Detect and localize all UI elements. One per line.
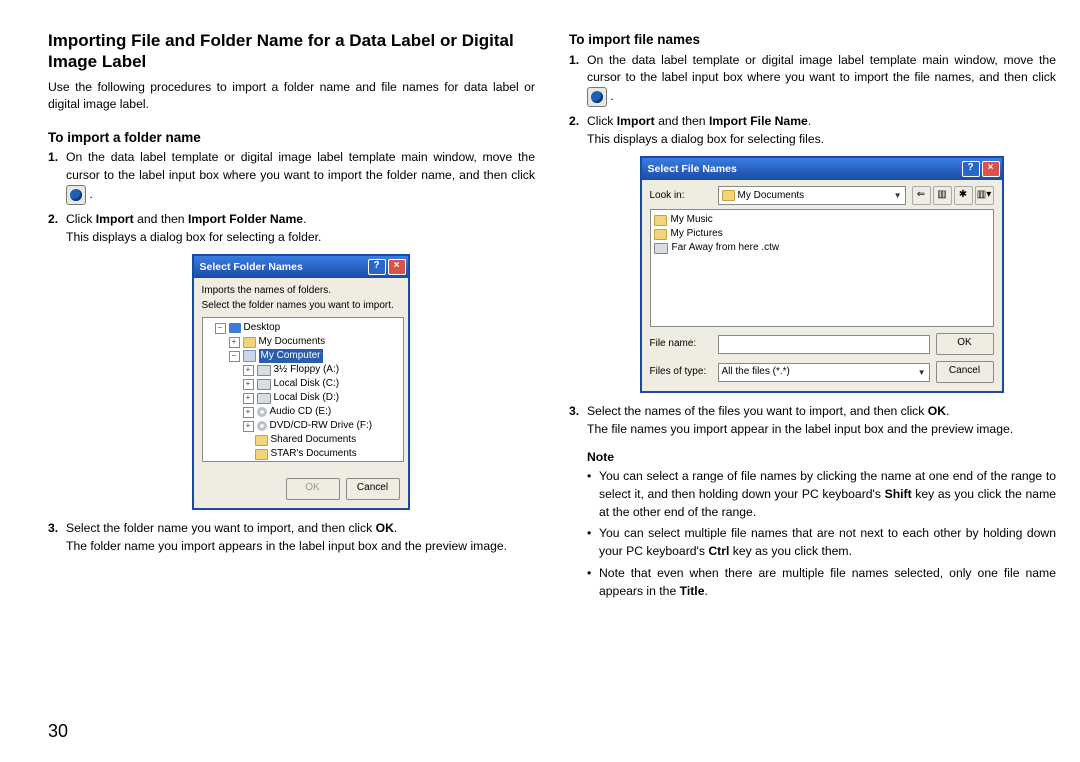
left-column: Importing File and Folder Name for a Dat… [48,30,535,604]
view-menu-icon[interactable]: ▥▾ [975,186,994,205]
dialog-titlebar: Select Folder Names ? × [194,256,408,278]
ok-button[interactable]: OK [286,478,340,500]
filetype-dropdown[interactable]: All the files (*.*) ▼ [718,363,930,382]
close-button[interactable]: × [982,161,1000,177]
label-input-icon [66,185,86,205]
file-icon [654,243,668,254]
chevron-down-icon: ▼ [894,190,902,202]
filename-label: File name: [650,337,712,352]
step-3: 3. Select the folder name you want to im… [48,520,535,555]
help-button[interactable]: ? [962,161,980,177]
selected-node[interactable]: My Computer [259,349,323,363]
folder-icon [654,229,667,240]
file-list[interactable]: My Music My Pictures Far Away from here … [650,209,994,327]
right-column: To import file names 1. On the data labe… [569,30,1056,604]
subheading-files: To import file names [569,30,1056,50]
folder-steps: 1. On the data label template or digital… [48,149,535,555]
notes-list: You can select a range of file names by … [587,468,1056,600]
select-file-dialog: Select File Names ? × Look in: My Docume… [640,156,1004,393]
intro-text: Use the following procedures to import a… [48,79,535,114]
folder-icon [654,215,667,226]
subheading-folder: To import a folder name [48,128,535,148]
new-folder-icon[interactable]: ✱ [954,186,973,205]
chevron-down-icon: ▼ [918,367,926,379]
up-icon[interactable]: ▥ [933,186,952,205]
folder-icon [722,190,735,201]
dialog-title: Select Folder Names [200,260,303,275]
note-heading: Note [587,449,1056,467]
folder-tree[interactable]: −Desktop +My Documents −My Computer +3½ … [202,317,404,462]
filename-input[interactable] [718,335,930,354]
step-2: 2. Click Import and then Import Folder N… [48,211,535,510]
dialog-msg1: Imports the names of folders. [202,284,400,299]
lookin-label: Look in: [650,189,712,204]
help-button[interactable]: ? [368,259,386,275]
note-2: You can select multiple file names that … [587,525,1056,560]
note-3: Note that even when there are multiple f… [587,565,1056,600]
note-1: You can select a range of file names by … [587,468,1056,521]
label-input-icon [587,87,607,107]
lookin-dropdown[interactable]: My Documents ▼ [718,186,906,205]
step-1: 1. On the data label template or digital… [569,52,1056,107]
filetype-label: Files of type: [650,365,712,380]
page-number: 30 [48,718,68,744]
back-icon[interactable]: ⇐ [912,186,931,205]
step-2: 2. Click Import and then Import File Nam… [569,113,1056,393]
file-steps: 1. On the data label template or digital… [569,52,1056,439]
close-button[interactable]: × [388,259,406,275]
cancel-button[interactable]: Cancel [936,361,994,383]
dialog-title: Select File Names [648,162,737,177]
dialog-msg2: Select the folder names you want to impo… [202,299,400,314]
section-heading: Importing File and Folder Name for a Dat… [48,30,535,73]
step-1: 1. On the data label template or digital… [48,149,535,204]
manual-page: Importing File and Folder Name for a Dat… [0,0,1080,762]
ok-button[interactable]: OK [936,333,994,355]
select-folder-dialog: Select Folder Names ? × Imports the name… [192,254,410,510]
dialog-titlebar: Select File Names ? × [642,158,1002,180]
cancel-button[interactable]: Cancel [346,478,400,500]
step-3: 3. Select the names of the files you wan… [569,403,1056,438]
